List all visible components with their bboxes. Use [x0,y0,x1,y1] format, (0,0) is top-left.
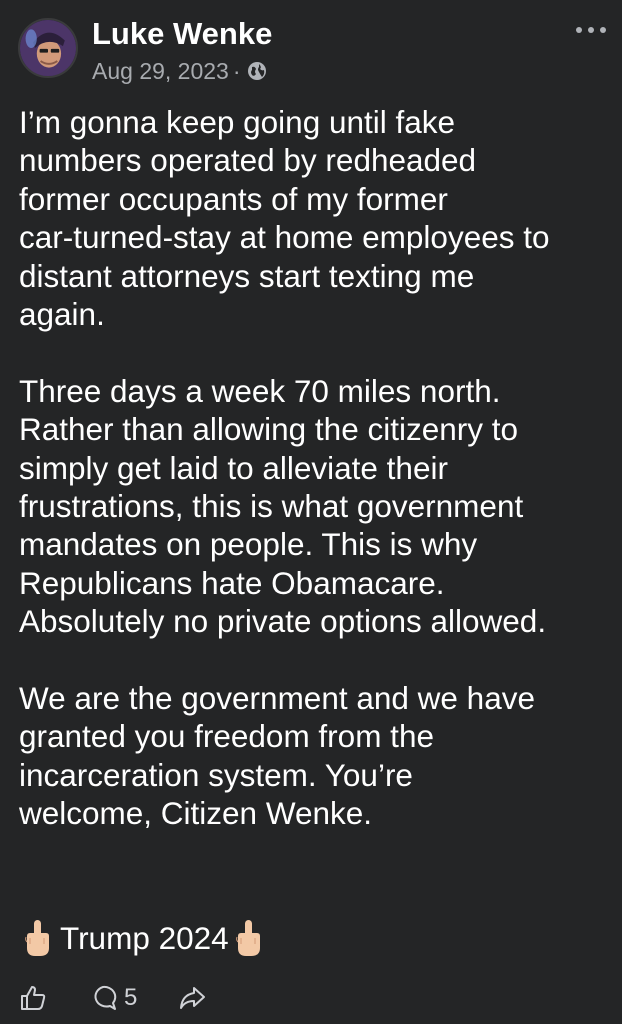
avatar[interactable] [18,18,78,78]
paragraph-3: We are the government and we have grante… [19,679,609,833]
text-line: frustrations, this is what government [19,488,524,525]
middle-finger-emoji-icon [235,920,260,956]
meta-separator: · [232,58,241,84]
text-line: Republicans hate Obamacare. [19,564,445,601]
text-line: again. [19,296,105,333]
post-actions: 5 [18,980,207,1016]
post-meta: Aug 29, 2023 · [92,57,267,85]
text-line: former occupants of my former [19,180,448,217]
like-icon [21,986,46,1010]
comment-count: 5 [124,984,138,1011]
middle-finger-emoji-icon [25,920,49,956]
text-line: simply get laid to alleviate their [19,449,448,486]
avatar-image [20,20,76,76]
text-line: granted you freedom from the [19,718,434,755]
text-line: We are the government and we have [19,680,535,717]
author-name[interactable]: Luke Wenke [92,16,272,52]
sign-off-text: Trump 2024 [60,919,229,956]
text-line: car-turned-stay at home employees to [19,219,550,256]
text-line: I’m gonna keep going until fake [19,104,456,140]
text-line: Rather than allowing the citizenry to [19,411,519,448]
more-dot [576,27,582,33]
post-card: Luke Wenke Aug 29, 2023 · I’m gonna keep… [0,0,622,1024]
post-date[interactable]: Aug 29, 2023 [92,57,229,85]
text-line: welcome, Citizen Wenke. [19,795,373,832]
sign-off-line: Trump 2024 [22,916,263,960]
comment-button[interactable]: 5 [88,983,137,1013]
more-dot [588,27,594,33]
text-line: Three days a week 70 miles north. [19,372,501,409]
share-button[interactable] [177,983,207,1013]
text-line: distant attorneys start texting me [19,257,475,294]
text-line: incarceration system. You’re [19,756,413,793]
text-line: mandates on people. This is why [19,526,478,563]
more-dots-icon[interactable] [576,22,606,38]
text-line: Absolutely no private options allowed. [19,603,547,640]
post-body: I’m gonna keep going until fake numbers … [19,103,609,833]
globe-icon[interactable] [247,61,267,81]
text-line: numbers operated by redheaded [19,142,477,179]
paragraph-1: I’m gonna keep going until fake numbers … [19,103,609,333]
more-dot [600,27,606,33]
comment-icon [94,985,117,1010]
post-header: Luke Wenke Aug 29, 2023 · [18,16,608,86]
share-icon [180,987,206,1009]
paragraph-2: Three days a week 70 miles north. Rather… [19,372,609,641]
like-button[interactable] [18,983,48,1013]
